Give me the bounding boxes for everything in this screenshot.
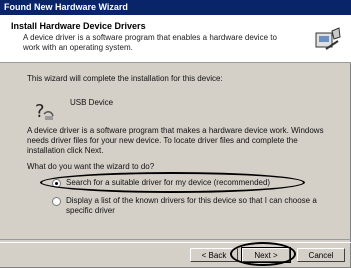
hardware-wizard-icon [315,27,341,50]
header-title: Install Hardware Device Drivers [11,21,146,31]
highlight-oval-option [40,172,305,193]
cancel-button[interactable]: Cancel [297,248,345,262]
intro-text: This wizard will complete the installati… [27,74,223,83]
highlight-oval-next [230,242,296,266]
svg-text:?: ? [35,101,45,122]
option-list-label: Display a list of the known drivers for … [66,196,317,215]
question-text: What do you want the wizard to do? [27,162,155,171]
wizard-header: Install Hardware Device Drivers A device… [0,15,351,63]
radio-list-drivers[interactable] [52,197,61,206]
wizard-window: Found New Hardware Wizard Install Hardwa… [0,0,351,268]
header-subtitle: A device driver is a software program th… [23,33,277,52]
title-bar: Found New Hardware Wizard [0,0,351,15]
description-text: A device driver is a software program th… [27,126,324,155]
option-list-drivers[interactable]: Display a list of the known drivers for … [52,196,322,216]
device-name: USB Device [70,98,114,107]
footer-separator [0,239,351,243]
device-question-icon: ? [35,101,54,122]
